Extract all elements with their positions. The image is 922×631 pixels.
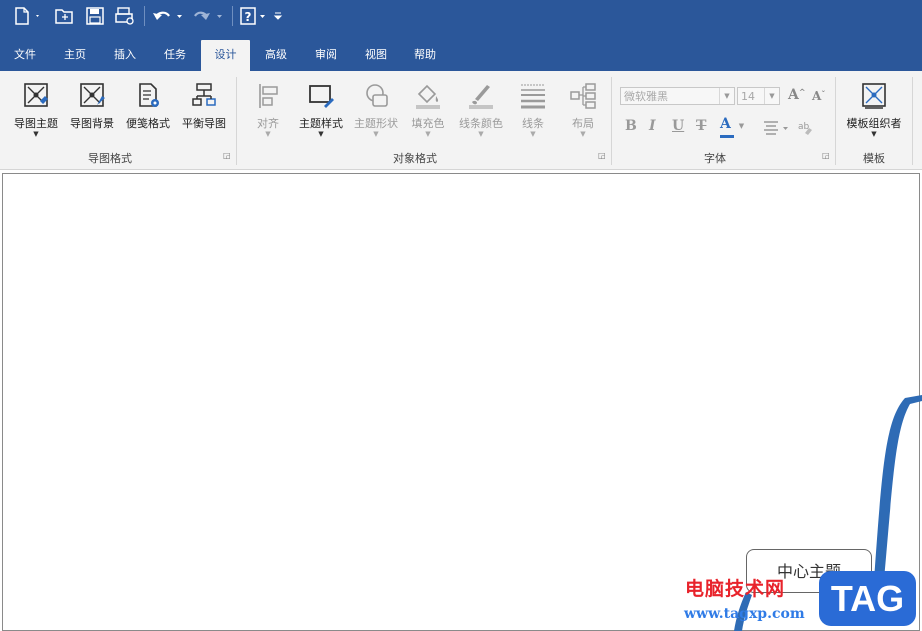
branch-line-upper: [874, 395, 922, 580]
watermark-tag-badge: TAG: [819, 571, 916, 626]
watermark-url: www.tagxp.com: [684, 606, 805, 622]
branch-lines: [734, 395, 922, 631]
watermark-site-name: 电脑技术网: [685, 578, 786, 600]
